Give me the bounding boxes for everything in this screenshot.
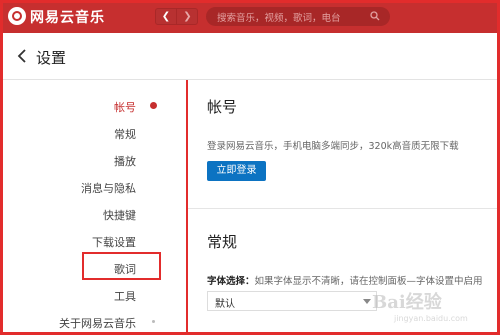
forward-nav-button[interactable]: ❯ <box>177 9 198 24</box>
sidebar-item-account[interactable]: 帐号 <box>114 99 136 115</box>
sidebar-item-playback[interactable]: 播放 <box>114 153 136 169</box>
watermark-main: Bai经验 <box>372 292 442 313</box>
active-indicator-dot <box>150 102 157 109</box>
font-label-strong: 字体选择： <box>207 276 255 287</box>
chevron-left-icon: ❮ <box>161 11 171 22</box>
font-select[interactable]: 默认 <box>207 291 377 311</box>
netease-logo-icon <box>8 7 26 25</box>
settings-header: 设置 <box>0 33 500 80</box>
search-placeholder: 搜索音乐，视频，歌词，电台 <box>217 13 341 24</box>
account-description: 登录网易云音乐，手机电脑多端同步，320k高音质无限下载 <box>207 141 459 152</box>
baidu-watermark: Bai经验 jingyan.baidu.com <box>372 288 496 330</box>
general-section-title: 常规 <box>207 233 238 251</box>
login-button[interactable]: 立即登录 <box>207 161 266 181</box>
font-select-value: 默认 <box>215 299 235 310</box>
history-nav: ❮ ❯ <box>155 8 198 25</box>
section-divider <box>187 208 500 209</box>
sidebar-item-tools[interactable]: 工具 <box>114 288 136 304</box>
search-icon[interactable] <box>370 11 380 21</box>
page-title: 设置 <box>36 49 67 67</box>
sidebar-item-shortcuts[interactable]: 快捷键 <box>103 207 136 223</box>
font-selection-label: 字体选择：如果字体显示不清晰，请在控制面板—字体设置中启用 <box>207 273 483 287</box>
chevron-down-icon <box>363 299 371 304</box>
back-arrow-icon[interactable] <box>16 48 28 64</box>
title-bar: 网易云音乐 ❮ ❯ 搜索音乐，视频，歌词，电台 <box>0 0 500 33</box>
font-hint: 如果字体显示不清晰，请在控制面板—字体设置中启用 <box>254 276 483 287</box>
search-input[interactable]: 搜索音乐，视频，歌词，电台 <box>206 7 390 26</box>
sidebar-item-download[interactable]: 下载设置 <box>92 234 136 250</box>
settings-sidebar: 帐号 常规 播放 消息与隐私 快捷键 下载设置 歌词 工具 关于网易云音乐 <box>0 81 170 335</box>
inactive-dot <box>152 320 155 323</box>
watermark-sub: jingyan.baidu.com <box>394 314 468 323</box>
sidebar-item-messages-privacy[interactable]: 消息与隐私 <box>81 180 136 196</box>
back-nav-button[interactable]: ❮ <box>156 9 177 24</box>
chevron-right-icon: ❯ <box>183 11 192 22</box>
account-section-title: 帐号 <box>207 98 238 116</box>
sidebar-item-about[interactable]: 关于网易云音乐 <box>59 315 136 331</box>
app-title: 网易云音乐 <box>30 10 105 26</box>
sidebar-item-general[interactable]: 常规 <box>114 126 136 142</box>
annotation-highlight-box <box>82 252 161 280</box>
